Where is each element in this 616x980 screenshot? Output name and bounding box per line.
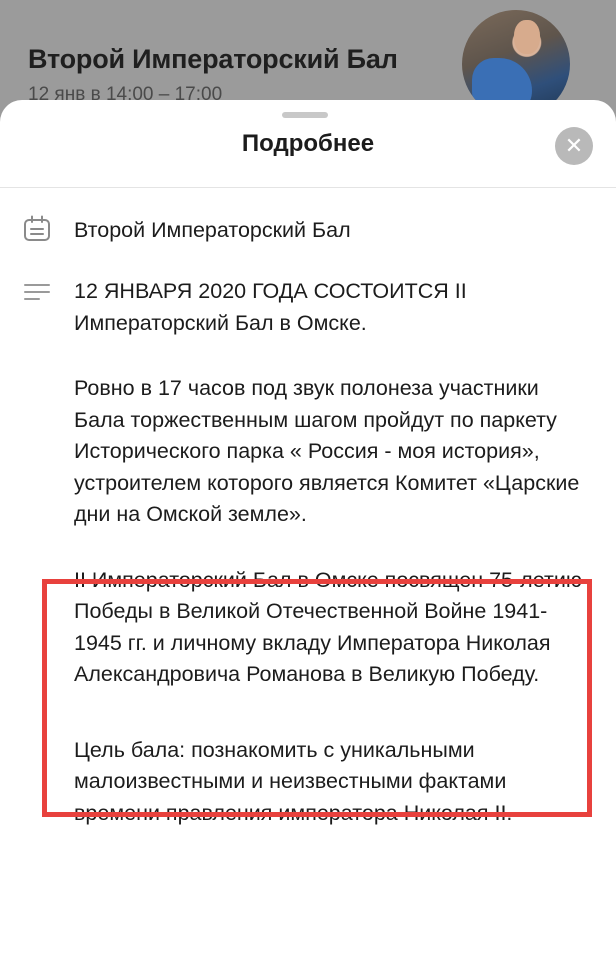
highlight-frame	[42, 579, 592, 817]
sheet-title: Подробнее	[241, 130, 375, 157]
details-sheet: Подробнее ✕ Второй Императорский Бал 12 …	[0, 100, 616, 980]
description-paragraph: Ровно в 17 часов под звук полонеза участ…	[74, 376, 580, 526]
text-lines-icon	[22, 277, 52, 307]
avatar-face	[514, 20, 540, 54]
event-name: Второй Императорский Бал	[74, 218, 351, 242]
calendar-icon	[22, 214, 52, 244]
close-button[interactable]: ✕	[555, 127, 593, 165]
description-paragraph: 12 ЯНВАРЯ 2020 ГОДА СОСТОИТСЯ II Императ…	[74, 279, 467, 335]
header-divider	[0, 187, 616, 188]
close-icon: ✕	[564, 133, 584, 158]
sheet-grabber[interactable]	[282, 112, 328, 118]
event-title: Второй Императорский Бал	[28, 44, 398, 74]
